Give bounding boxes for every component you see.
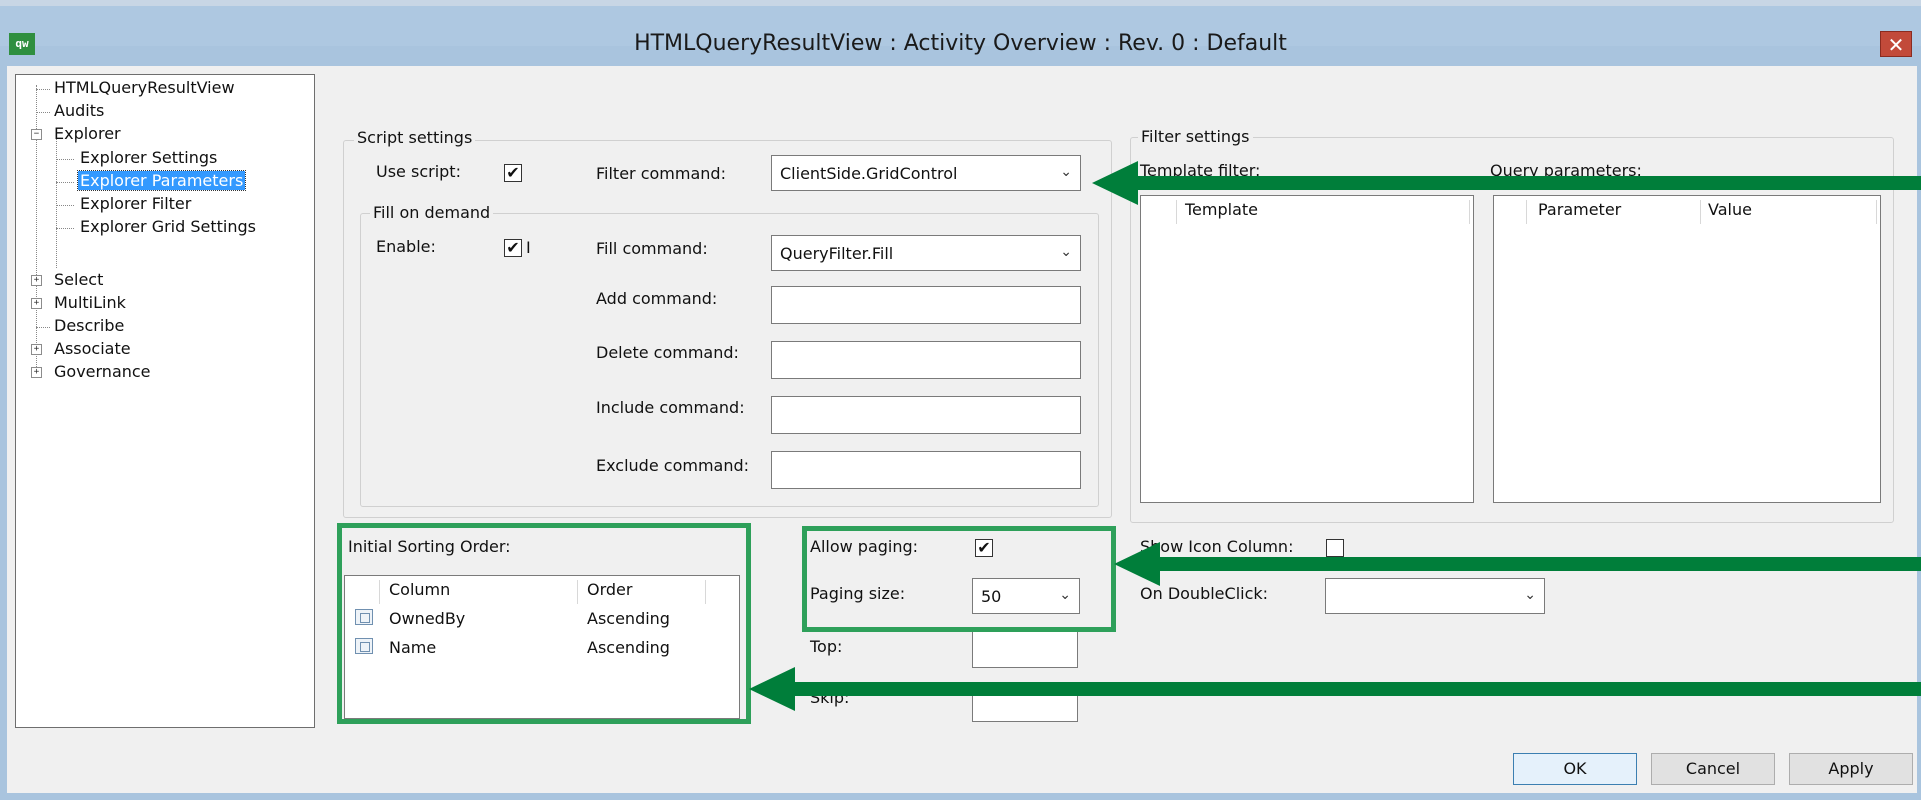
expand-icon[interactable]: + (31, 344, 42, 355)
top-input[interactable] (972, 630, 1078, 668)
query-parameters-list[interactable]: Parameter Value (1493, 195, 1881, 503)
enable-checkbox[interactable]: ✔ (504, 239, 522, 257)
delete-command-label: Delete command: (596, 343, 739, 362)
fill-on-demand-legend: Fill on demand (370, 203, 494, 222)
annotation-arrow-line (793, 682, 1921, 696)
collapse-icon[interactable]: − (31, 129, 42, 140)
tree-connector (56, 159, 74, 160)
exclude-command-label: Exclude command: (596, 456, 750, 475)
header-separator (1876, 200, 1877, 224)
tree-item-explorer[interactable]: Explorer (52, 123, 123, 145)
paging-highlight-box (802, 526, 1116, 632)
exclude-command-input[interactable] (771, 451, 1081, 489)
add-command-label: Add command: (596, 289, 718, 308)
tree-connector (36, 327, 50, 328)
annotation-arrow-line (1136, 176, 1921, 190)
tree-item-describe[interactable]: Describe (52, 315, 126, 337)
top-label: Top: (810, 637, 843, 656)
expand-icon[interactable]: + (31, 275, 42, 286)
close-button[interactable]: ✕ (1880, 31, 1912, 57)
use-script-checkbox[interactable]: ✔ (504, 164, 522, 182)
filter-settings-legend: Filter settings (1138, 127, 1253, 146)
delete-command-input[interactable] (771, 341, 1081, 379)
tree-item-multilink[interactable]: MultiLink (52, 292, 128, 314)
enable-suffix: I (526, 238, 531, 257)
expand-icon[interactable]: + (31, 298, 42, 309)
fill-command-select[interactable]: QueryFilter.Fill ⌄ (771, 235, 1081, 271)
on-doubleclick-label: On DoubleClick: (1140, 584, 1269, 603)
tree-connector (36, 89, 50, 90)
tree-connector (36, 112, 50, 113)
header-separator (1700, 200, 1701, 224)
script-settings-legend: Script settings (354, 128, 476, 147)
annotation-arrow-icon (1114, 542, 1160, 586)
header-separator (1176, 200, 1177, 224)
chevron-down-icon: ⌄ (1060, 244, 1072, 260)
tree-view[interactable]: HTMLQueryResultView Audits − Explorer Ex… (15, 74, 315, 728)
annotation-arrow-icon (749, 667, 795, 711)
chevron-down-icon: ⌄ (1524, 587, 1536, 603)
header-separator (1469, 200, 1470, 224)
tree-item-explorer-filter[interactable]: Explorer Filter (78, 193, 193, 215)
tree-connector (56, 205, 74, 206)
enable-label: Enable: (376, 237, 436, 256)
chevron-down-icon: ⌄ (1060, 164, 1072, 180)
template-column-header[interactable]: Template (1185, 200, 1258, 224)
tree-item-explorer-grid-settings[interactable]: Explorer Grid Settings (78, 216, 258, 238)
expand-icon[interactable]: + (31, 367, 42, 378)
cancel-button[interactable]: Cancel (1651, 753, 1775, 785)
sorting-highlight-box (337, 523, 751, 724)
tree-connector (56, 182, 74, 183)
filter-command-value: ClientSide.GridControl (780, 164, 958, 183)
annotation-arrow-line (1158, 557, 1921, 571)
add-command-input[interactable] (771, 286, 1081, 324)
tree-item-select[interactable]: Select (52, 269, 105, 291)
show-icon-column-label: Show Icon Column: (1140, 537, 1294, 556)
tree-item-governance[interactable]: Governance (52, 361, 153, 383)
tree-item-associate[interactable]: Associate (52, 338, 133, 360)
on-doubleclick-select[interactable]: ⌄ (1325, 578, 1545, 614)
use-script-label: Use script: (376, 162, 461, 181)
tree-item-explorer-settings[interactable]: Explorer Settings (78, 147, 219, 169)
show-icon-column-checkbox[interactable] (1326, 539, 1344, 557)
value-column-header[interactable]: Value (1708, 200, 1752, 224)
apply-button[interactable]: Apply (1789, 753, 1913, 785)
ok-button[interactable]: OK (1513, 753, 1637, 785)
tree-item-audits[interactable]: Audits (52, 100, 106, 122)
filter-command-label: Filter command: (596, 164, 726, 183)
fill-command-value: QueryFilter.Fill (780, 244, 894, 263)
fill-command-label: Fill command: (596, 239, 708, 258)
annotation-arrow-icon (1092, 161, 1138, 205)
window-title: HTMLQueryResultView : Activity Overview … (634, 31, 1287, 56)
tree-item-explorer-parameters[interactable]: Explorer Parameters (76, 170, 247, 192)
tree-connector (56, 228, 74, 229)
template-filter-list[interactable]: Template (1140, 195, 1474, 503)
include-command-input[interactable] (771, 396, 1081, 434)
tree-item-root[interactable]: HTMLQueryResultView (52, 77, 237, 99)
include-command-label: Include command: (596, 398, 745, 417)
header-separator (1526, 200, 1527, 224)
tree-connector (56, 134, 57, 268)
filter-command-select[interactable]: ClientSide.GridControl ⌄ (771, 155, 1081, 191)
parameter-column-header[interactable]: Parameter (1538, 200, 1621, 224)
